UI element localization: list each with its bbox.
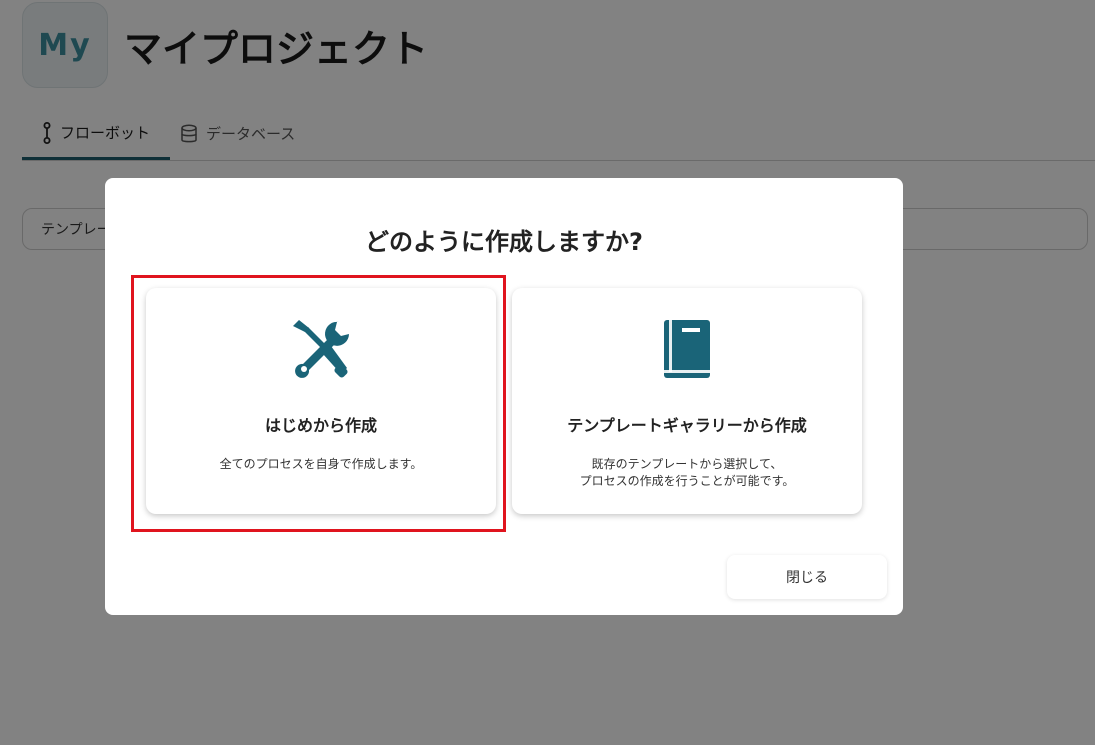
create-method-dialog: どのように作成しますか? はじめから作成 全てのプロセスを自身で作成します。 テ… bbox=[105, 178, 903, 615]
create-from-template-label: テンプレートギャラリーから作成 bbox=[567, 416, 807, 435]
book-icon bbox=[662, 318, 712, 384]
create-from-scratch-description: 全てのプロセスを自身で作成します。 bbox=[219, 457, 423, 471]
tools-icon bbox=[289, 318, 353, 386]
close-button[interactable]: 閉じる bbox=[727, 555, 887, 599]
create-from-template-card[interactable]: テンプレートギャラリーから作成 既存のテンプレートから選択して、 プロセスの作成… bbox=[512, 288, 862, 514]
dialog-title: どのように作成しますか? bbox=[365, 228, 643, 256]
create-from-scratch-card[interactable]: はじめから作成 全てのプロセスを自身で作成します。 bbox=[146, 288, 496, 514]
description-line-1: 既存のテンプレートから選択して、 bbox=[591, 457, 783, 471]
create-from-template-description: 既存のテンプレートから選択して、 プロセスの作成を行うことが可能です。 bbox=[532, 456, 842, 490]
create-from-scratch-label: はじめから作成 bbox=[264, 416, 377, 435]
description-line-2: プロセスの作成を行うことが可能です。 bbox=[579, 474, 795, 488]
